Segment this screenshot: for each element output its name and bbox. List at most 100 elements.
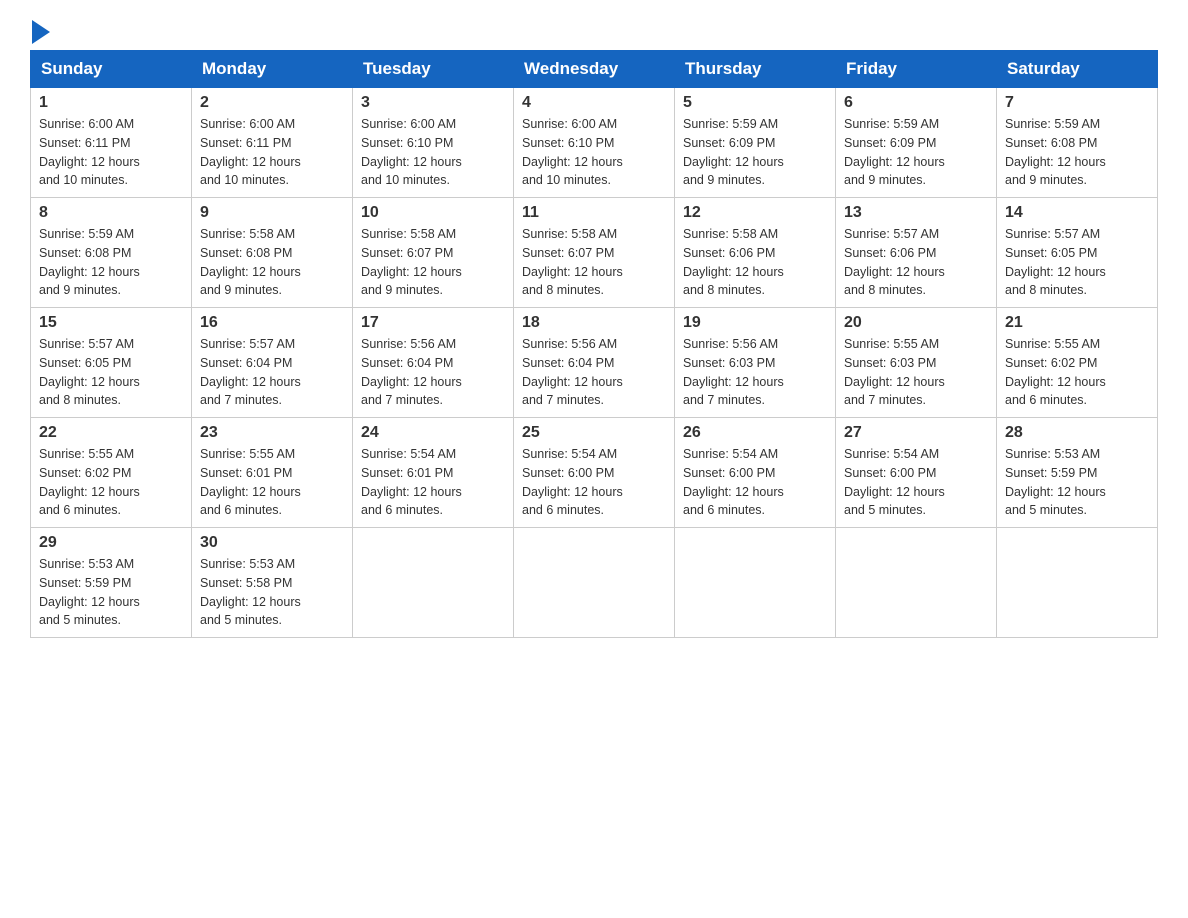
calendar-cell: 10 Sunrise: 5:58 AMSunset: 6:07 PMDaylig… [353, 198, 514, 308]
calendar-cell: 18 Sunrise: 5:56 AMSunset: 6:04 PMDaylig… [514, 308, 675, 418]
day-number: 28 [1005, 424, 1149, 442]
day-number: 20 [844, 314, 988, 332]
day-info: Sunrise: 5:59 AMSunset: 6:09 PMDaylight:… [683, 117, 784, 187]
calendar-cell [997, 528, 1158, 638]
calendar-cell: 24 Sunrise: 5:54 AMSunset: 6:01 PMDaylig… [353, 418, 514, 528]
day-number: 1 [39, 94, 183, 112]
day-number: 19 [683, 314, 827, 332]
calendar-cell: 14 Sunrise: 5:57 AMSunset: 6:05 PMDaylig… [997, 198, 1158, 308]
day-number: 2 [200, 94, 344, 112]
day-header-monday: Monday [192, 51, 353, 88]
calendar-cell: 13 Sunrise: 5:57 AMSunset: 6:06 PMDaylig… [836, 198, 997, 308]
calendar-cell [675, 528, 836, 638]
day-info: Sunrise: 5:59 AMSunset: 6:09 PMDaylight:… [844, 117, 945, 187]
day-info: Sunrise: 5:58 AMSunset: 6:08 PMDaylight:… [200, 227, 301, 297]
day-info: Sunrise: 5:59 AMSunset: 6:08 PMDaylight:… [1005, 117, 1106, 187]
day-info: Sunrise: 5:57 AMSunset: 6:06 PMDaylight:… [844, 227, 945, 297]
day-info: Sunrise: 5:58 AMSunset: 6:07 PMDaylight:… [522, 227, 623, 297]
logo [30, 20, 52, 40]
day-info: Sunrise: 5:53 AMSunset: 5:58 PMDaylight:… [200, 557, 301, 627]
day-info: Sunrise: 5:55 AMSunset: 6:02 PMDaylight:… [1005, 337, 1106, 407]
calendar-cell: 29 Sunrise: 5:53 AMSunset: 5:59 PMDaylig… [31, 528, 192, 638]
calendar-cell [514, 528, 675, 638]
day-header-sunday: Sunday [31, 51, 192, 88]
day-header-wednesday: Wednesday [514, 51, 675, 88]
day-number: 4 [522, 94, 666, 112]
week-row-2: 8 Sunrise: 5:59 AMSunset: 6:08 PMDayligh… [31, 198, 1158, 308]
calendar-cell: 23 Sunrise: 5:55 AMSunset: 6:01 PMDaylig… [192, 418, 353, 528]
calendar-cell: 20 Sunrise: 5:55 AMSunset: 6:03 PMDaylig… [836, 308, 997, 418]
day-header-tuesday: Tuesday [353, 51, 514, 88]
day-number: 7 [1005, 94, 1149, 112]
day-number: 16 [200, 314, 344, 332]
day-number: 23 [200, 424, 344, 442]
logo-arrow-icon [32, 20, 50, 44]
day-info: Sunrise: 5:56 AMSunset: 6:04 PMDaylight:… [522, 337, 623, 407]
calendar-cell: 6 Sunrise: 5:59 AMSunset: 6:09 PMDayligh… [836, 88, 997, 198]
calendar-cell: 7 Sunrise: 5:59 AMSunset: 6:08 PMDayligh… [997, 88, 1158, 198]
week-row-5: 29 Sunrise: 5:53 AMSunset: 5:59 PMDaylig… [31, 528, 1158, 638]
day-header-saturday: Saturday [997, 51, 1158, 88]
day-number: 10 [361, 204, 505, 222]
calendar-cell: 17 Sunrise: 5:56 AMSunset: 6:04 PMDaylig… [353, 308, 514, 418]
day-number: 13 [844, 204, 988, 222]
day-info: Sunrise: 6:00 AMSunset: 6:11 PMDaylight:… [39, 117, 140, 187]
day-number: 24 [361, 424, 505, 442]
day-number: 30 [200, 534, 344, 552]
week-row-1: 1 Sunrise: 6:00 AMSunset: 6:11 PMDayligh… [31, 88, 1158, 198]
day-info: Sunrise: 6:00 AMSunset: 6:11 PMDaylight:… [200, 117, 301, 187]
day-number: 5 [683, 94, 827, 112]
day-info: Sunrise: 5:56 AMSunset: 6:03 PMDaylight:… [683, 337, 784, 407]
calendar-cell: 21 Sunrise: 5:55 AMSunset: 6:02 PMDaylig… [997, 308, 1158, 418]
day-number: 14 [1005, 204, 1149, 222]
day-info: Sunrise: 5:54 AMSunset: 6:00 PMDaylight:… [844, 447, 945, 517]
day-info: Sunrise: 5:57 AMSunset: 6:05 PMDaylight:… [1005, 227, 1106, 297]
calendar-cell: 30 Sunrise: 5:53 AMSunset: 5:58 PMDaylig… [192, 528, 353, 638]
calendar-cell: 3 Sunrise: 6:00 AMSunset: 6:10 PMDayligh… [353, 88, 514, 198]
calendar-cell: 8 Sunrise: 5:59 AMSunset: 6:08 PMDayligh… [31, 198, 192, 308]
calendar-cell: 16 Sunrise: 5:57 AMSunset: 6:04 PMDaylig… [192, 308, 353, 418]
calendar-cell: 26 Sunrise: 5:54 AMSunset: 6:00 PMDaylig… [675, 418, 836, 528]
calendar-cell: 25 Sunrise: 5:54 AMSunset: 6:00 PMDaylig… [514, 418, 675, 528]
calendar-cell [836, 528, 997, 638]
day-number: 15 [39, 314, 183, 332]
day-number: 11 [522, 204, 666, 222]
day-info: Sunrise: 5:54 AMSunset: 6:00 PMDaylight:… [683, 447, 784, 517]
day-number: 3 [361, 94, 505, 112]
day-number: 21 [1005, 314, 1149, 332]
day-info: Sunrise: 5:55 AMSunset: 6:02 PMDaylight:… [39, 447, 140, 517]
day-number: 8 [39, 204, 183, 222]
day-number: 22 [39, 424, 183, 442]
calendar-cell: 15 Sunrise: 5:57 AMSunset: 6:05 PMDaylig… [31, 308, 192, 418]
day-number: 29 [39, 534, 183, 552]
day-info: Sunrise: 5:54 AMSunset: 6:00 PMDaylight:… [522, 447, 623, 517]
calendar-cell: 22 Sunrise: 5:55 AMSunset: 6:02 PMDaylig… [31, 418, 192, 528]
week-row-4: 22 Sunrise: 5:55 AMSunset: 6:02 PMDaylig… [31, 418, 1158, 528]
day-info: Sunrise: 5:55 AMSunset: 6:03 PMDaylight:… [844, 337, 945, 407]
day-info: Sunrise: 5:57 AMSunset: 6:04 PMDaylight:… [200, 337, 301, 407]
calendar-table: SundayMondayTuesdayWednesdayThursdayFrid… [30, 50, 1158, 638]
calendar-cell: 11 Sunrise: 5:58 AMSunset: 6:07 PMDaylig… [514, 198, 675, 308]
day-number: 25 [522, 424, 666, 442]
day-info: Sunrise: 5:53 AMSunset: 5:59 PMDaylight:… [1005, 447, 1106, 517]
day-number: 6 [844, 94, 988, 112]
day-info: Sunrise: 5:54 AMSunset: 6:01 PMDaylight:… [361, 447, 462, 517]
calendar-cell: 12 Sunrise: 5:58 AMSunset: 6:06 PMDaylig… [675, 198, 836, 308]
day-number: 18 [522, 314, 666, 332]
page-header [30, 20, 1158, 40]
calendar-cell: 2 Sunrise: 6:00 AMSunset: 6:11 PMDayligh… [192, 88, 353, 198]
day-info: Sunrise: 5:57 AMSunset: 6:05 PMDaylight:… [39, 337, 140, 407]
calendar-cell: 9 Sunrise: 5:58 AMSunset: 6:08 PMDayligh… [192, 198, 353, 308]
calendar-cell: 19 Sunrise: 5:56 AMSunset: 6:03 PMDaylig… [675, 308, 836, 418]
day-number: 12 [683, 204, 827, 222]
day-info: Sunrise: 5:58 AMSunset: 6:06 PMDaylight:… [683, 227, 784, 297]
day-header-thursday: Thursday [675, 51, 836, 88]
day-info: Sunrise: 5:55 AMSunset: 6:01 PMDaylight:… [200, 447, 301, 517]
day-info: Sunrise: 5:56 AMSunset: 6:04 PMDaylight:… [361, 337, 462, 407]
day-number: 26 [683, 424, 827, 442]
calendar-cell: 1 Sunrise: 6:00 AMSunset: 6:11 PMDayligh… [31, 88, 192, 198]
day-headers-row: SundayMondayTuesdayWednesdayThursdayFrid… [31, 51, 1158, 88]
day-number: 17 [361, 314, 505, 332]
calendar-cell [353, 528, 514, 638]
day-info: Sunrise: 6:00 AMSunset: 6:10 PMDaylight:… [361, 117, 462, 187]
